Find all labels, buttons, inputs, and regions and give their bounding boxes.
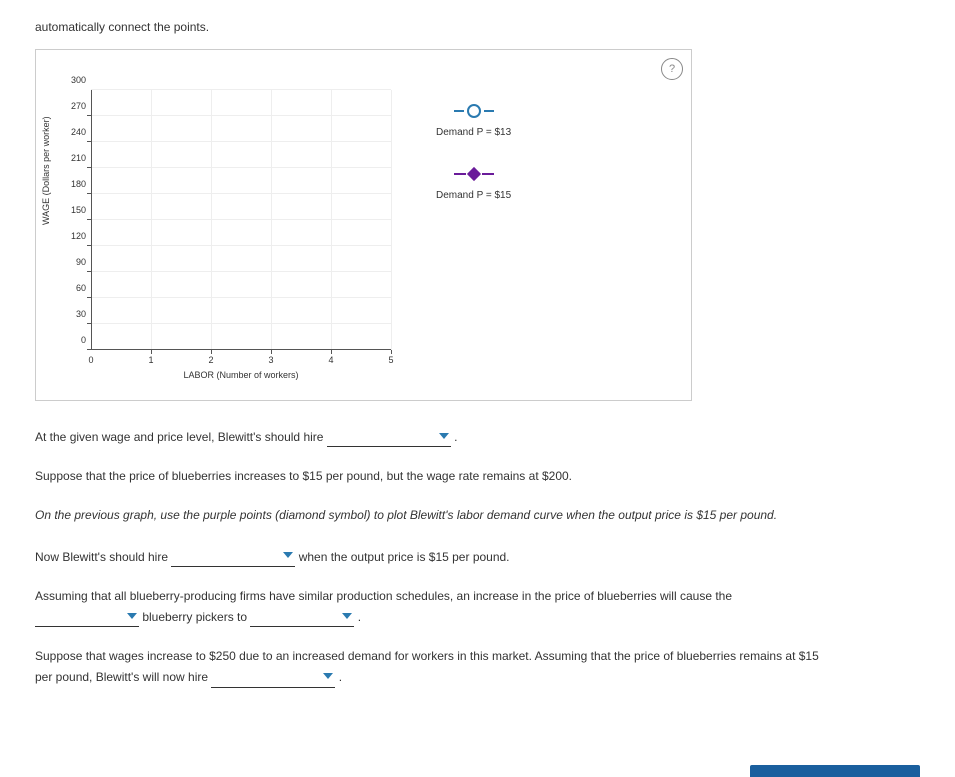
y-tick-label: 300	[61, 75, 86, 85]
question-1: At the given wage and price level, Blewi…	[35, 426, 920, 447]
y-tick-label: 150	[61, 205, 86, 215]
graph-panel[interactable]: ? 0	[35, 49, 692, 401]
legend-item-demand-13[interactable]: Demand P = $13	[436, 105, 511, 138]
x-tick-label: 1	[148, 355, 153, 365]
y-tick-label: 240	[61, 127, 86, 137]
y-tick-label: 210	[61, 153, 86, 163]
dropdown-hire-1[interactable]	[327, 426, 451, 447]
dropdown-hire-3[interactable]	[211, 666, 335, 687]
x-axis-title: LABOR (Number of workers)	[183, 370, 298, 380]
y-tick-label: 60	[61, 283, 86, 293]
chevron-down-icon	[342, 613, 352, 619]
question-4: Now Blewitt's should hire when the outpu…	[35, 546, 920, 567]
dropdown-direction[interactable]	[35, 606, 139, 627]
y-tick-label: 180	[61, 179, 86, 189]
question-2: Suppose that the price of blueberries in…	[35, 467, 920, 486]
diamond-icon	[454, 168, 494, 180]
question-5: Assuming that all blueberry-producing fi…	[35, 587, 920, 627]
plot-area[interactable]: 0 30 60 90 120 150 180 210 240 270 300 0…	[91, 90, 391, 350]
y-axis	[91, 90, 92, 350]
legend-label: Demand P = $15	[436, 190, 511, 201]
dropdown-hire-2[interactable]	[171, 546, 295, 567]
x-tick-label: 3	[268, 355, 273, 365]
intro-text: automatically connect the points.	[35, 20, 920, 34]
x-tick-label: 0	[88, 355, 93, 365]
y-tick-label: 120	[61, 231, 86, 241]
chevron-down-icon	[439, 433, 449, 439]
help-icon[interactable]: ?	[661, 58, 683, 80]
chevron-down-icon	[283, 552, 293, 558]
y-axis-title: WAGE (Dollars per worker)	[41, 116, 51, 225]
circle-icon	[454, 105, 494, 117]
legend-item-demand-15[interactable]: Demand P = $15	[436, 168, 511, 201]
chevron-down-icon	[127, 613, 137, 619]
chevron-down-icon	[323, 673, 333, 679]
dropdown-effect[interactable]	[250, 606, 354, 627]
y-tick-label: 90	[61, 257, 86, 267]
y-tick-label: 0	[61, 335, 86, 345]
question-3: On the previous graph, use the purple po…	[35, 506, 920, 525]
legend-label: Demand P = $13	[436, 127, 511, 138]
x-tick-label: 5	[388, 355, 393, 365]
question-6: Suppose that wages increase to $250 due …	[35, 647, 920, 687]
y-tick-label: 270	[61, 101, 86, 111]
x-axis	[91, 349, 391, 350]
x-tick-label: 4	[328, 355, 333, 365]
legend: Demand P = $13 Demand P = $15	[436, 105, 511, 231]
y-tick-label: 30	[61, 309, 86, 319]
x-tick-label: 2	[208, 355, 213, 365]
